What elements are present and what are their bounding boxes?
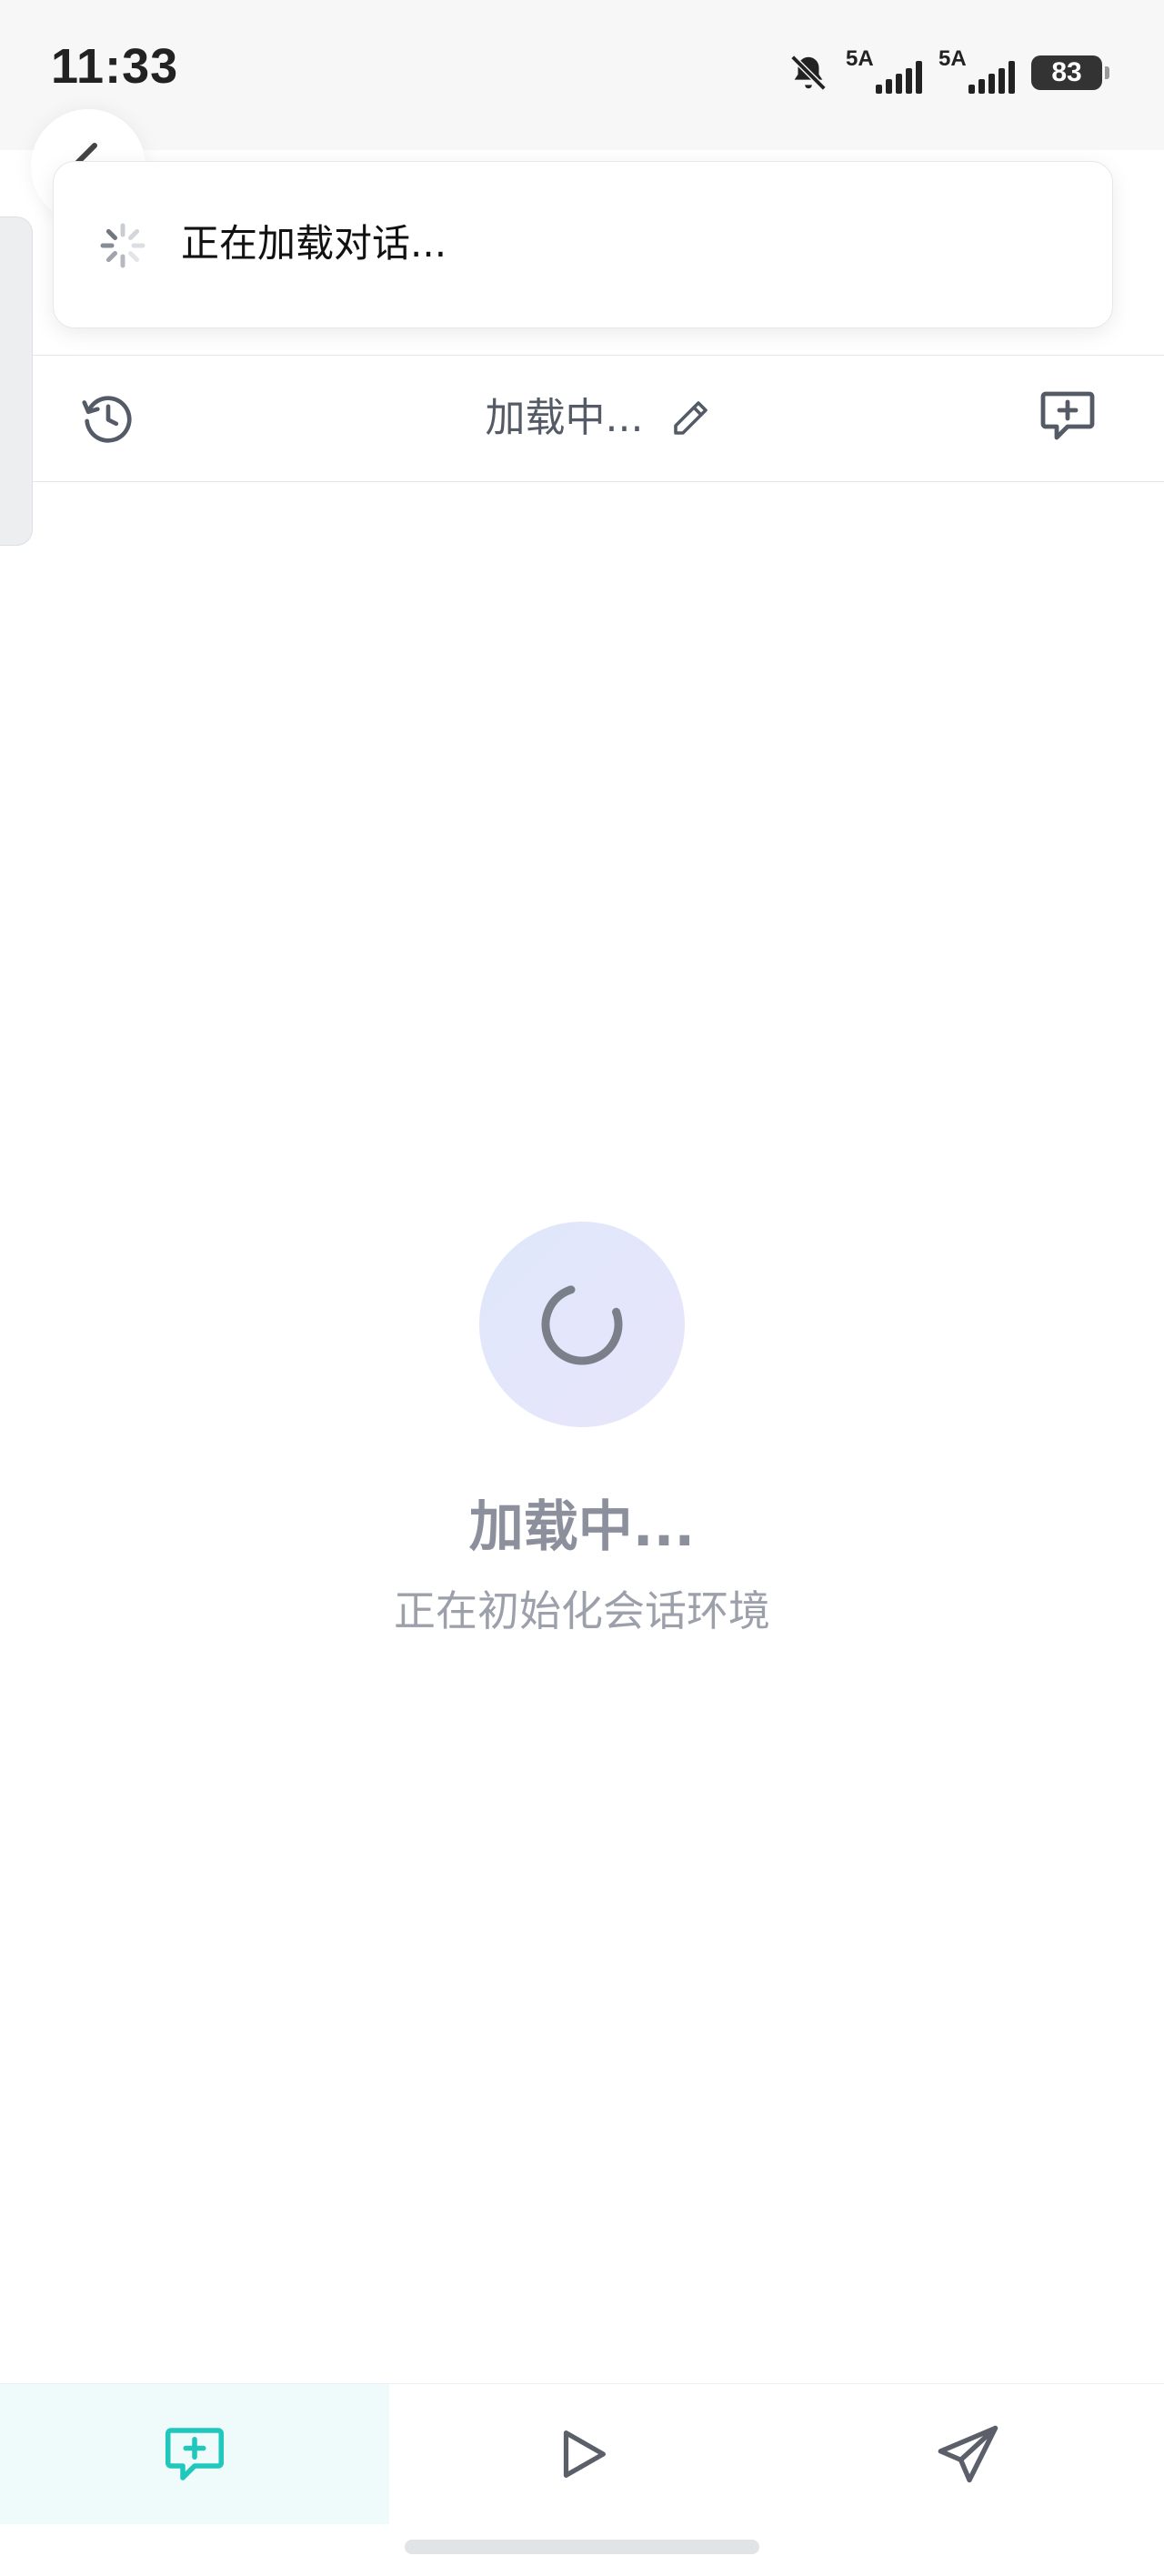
side-drawer-handle[interactable] [0,216,33,546]
signal-label: 5A [938,46,967,71]
edit-title-button[interactable] [668,397,712,440]
loading-title: 加载中... [468,1495,696,1559]
signal-label: 5A [846,46,874,71]
battery-level: 83 [1031,55,1102,90]
pencil-icon [673,401,707,435]
play-icon [563,2430,606,2478]
spinner-icon [100,223,146,268]
send-icon [938,2425,998,2483]
loading-spinner-icon [541,1283,623,1365]
nav-send[interactable] [775,2384,1164,2524]
toast-message: 正在加载对话... [181,221,447,266]
loading-toast: 正在加载对话... [53,161,1113,328]
chat-plus-icon [165,2428,225,2480]
status-icons: 5A 5A 83 [788,46,1109,98]
title-wrap: 加载中... [33,387,1164,450]
status-time: 11:33 [51,39,179,94]
bottom-nav [0,2383,1164,2524]
conversation-header: 加载中... [33,355,1164,482]
nav-chat[interactable] [0,2384,389,2524]
home-indicator[interactable] [405,2540,759,2554]
new-chat-button[interactable] [1035,383,1100,448]
nav-play[interactable] [389,2384,775,2524]
bell-off-icon [790,55,827,91]
signal-icon: 5A [846,46,922,96]
status-bar: 11:33 5A 5A 83 [0,0,1164,150]
conversation-title: 加载中... [485,395,644,441]
battery-icon: 83 [1031,55,1109,90]
signal-icon: 5A [938,46,1015,96]
loading-subtitle: 正在初始化会话环境 [394,1586,770,1635]
new-chat-icon [1040,391,1095,440]
loading-indicator [479,1222,685,1427]
